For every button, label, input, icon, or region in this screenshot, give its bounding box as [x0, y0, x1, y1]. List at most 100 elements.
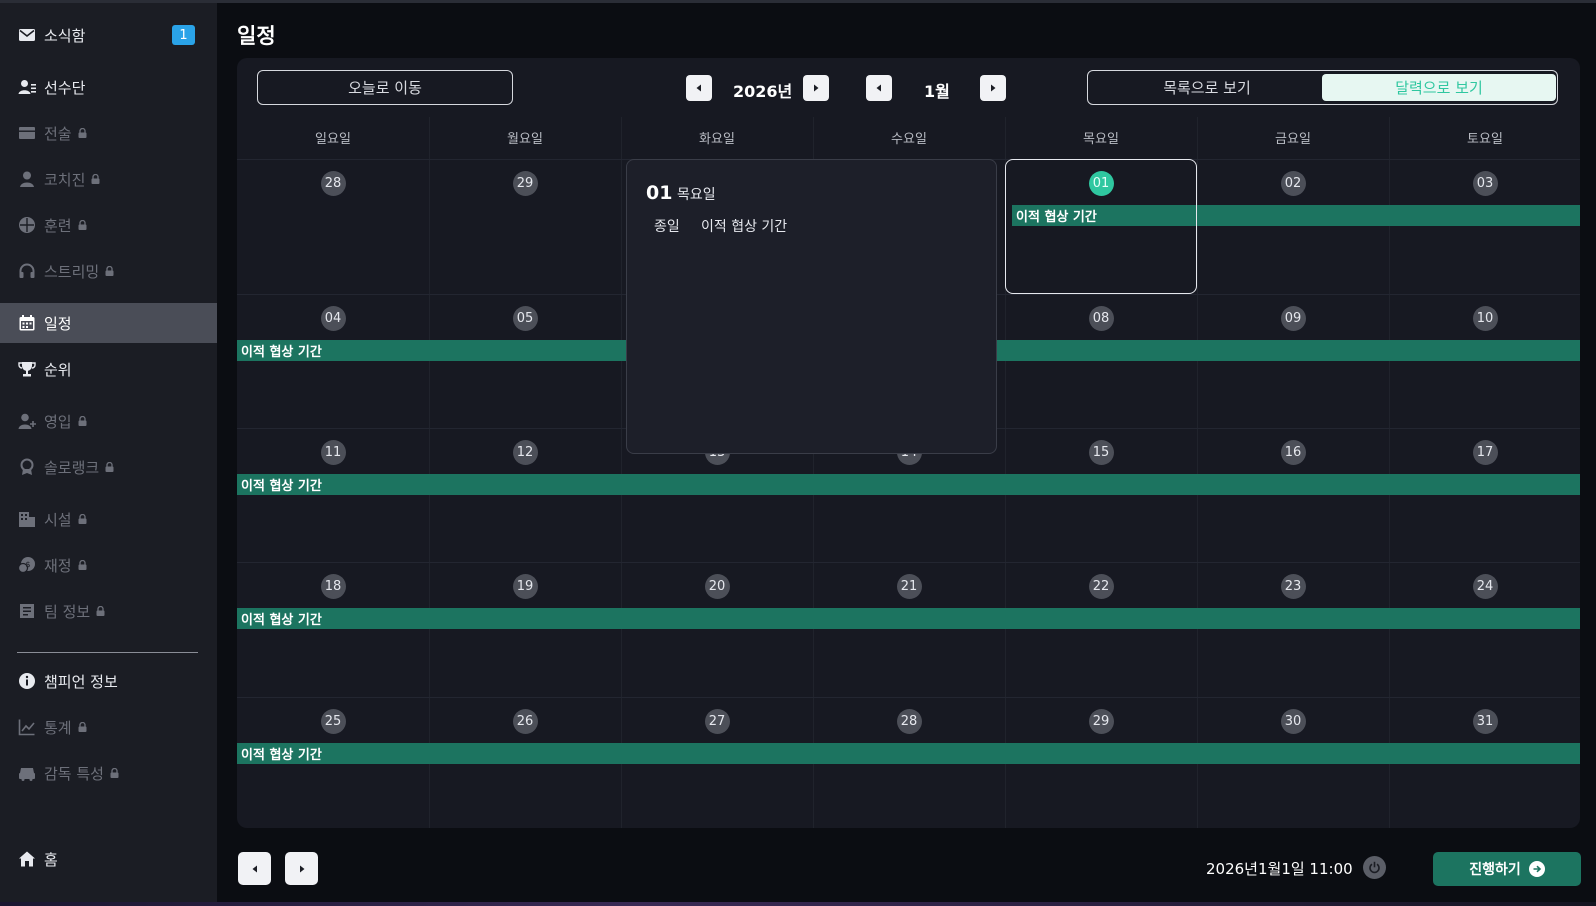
list-view-button[interactable]: 목록으로 보기: [1090, 74, 1324, 101]
calendar-icon: [18, 314, 36, 332]
day-number[interactable]: 12: [512, 440, 538, 465]
day-number[interactable]: 09: [1280, 306, 1306, 331]
year-label: 2026년: [733, 82, 793, 101]
sidebar-item-label: 영입: [44, 412, 72, 431]
event-bar[interactable]: 이적 협상 기간: [237, 474, 1580, 495]
sidebar-item-rankings[interactable]: 순위: [0, 349, 217, 389]
day-number[interactable]: 23: [1280, 574, 1306, 599]
day-number[interactable]: 17: [1472, 440, 1498, 465]
sidebar-item-team-info[interactable]: 팀 정보: [0, 591, 217, 631]
page-title: 일정: [237, 24, 276, 48]
day-number[interactable]: 27: [704, 709, 730, 734]
lock-icon: [78, 560, 87, 570]
sidebar-item-recruit[interactable]: 영입: [0, 401, 217, 441]
rank-icon: [18, 458, 36, 476]
popup-event-name[interactable]: 이적 협상 기간: [701, 216, 787, 236]
day-number[interactable]: 03: [1472, 171, 1498, 196]
day-detail-popup: 01 목요일 종일 이적 협상 기간: [626, 159, 997, 454]
sidebar-item-roster[interactable]: 선수단: [0, 67, 217, 107]
day-number[interactable]: 10: [1472, 306, 1498, 331]
day-number[interactable]: 21: [896, 574, 922, 599]
day-number[interactable]: 25: [320, 709, 346, 734]
sidebar-item-label: 훈련: [44, 216, 72, 235]
game-datetime: 2026년1월1일 11:00: [1206, 860, 1353, 878]
day-number[interactable]: 30: [1280, 709, 1306, 734]
sidebar-item-label: 통계: [44, 718, 72, 737]
sidebar-item-stats[interactable]: 통계: [0, 707, 217, 747]
sidebar-item-tactics[interactable]: 전술: [0, 113, 217, 153]
day-number[interactable]: 11: [320, 440, 346, 465]
sidebar-item-solorank[interactable]: 솔로랭크: [0, 447, 217, 487]
roster-icon: [18, 78, 36, 96]
lock-icon: [91, 174, 100, 184]
day-number[interactable]: 19: [512, 574, 538, 599]
sidebar-item-champion-info[interactable]: 챔피언 정보: [0, 661, 217, 701]
training-icon: [18, 216, 36, 234]
sidebar-item-label: 솔로랭크: [44, 458, 100, 477]
sidebar-item-coaches[interactable]: 코치진: [0, 159, 217, 199]
sidebar-item-streaming[interactable]: 스트리밍: [0, 251, 217, 291]
sidebar-item-inbox[interactable]: 소식함 1: [0, 15, 217, 55]
day-number[interactable]: 08: [1088, 306, 1114, 331]
sidebar-item-label: 시설: [44, 510, 72, 529]
day-number[interactable]: 04: [320, 306, 346, 331]
view-toggle: 목록으로 보기 달력으로 보기: [1087, 70, 1558, 105]
day-number[interactable]: 29: [1088, 709, 1114, 734]
day-number[interactable]: 31: [1472, 709, 1498, 734]
day-number[interactable]: 24: [1472, 574, 1498, 599]
day-number[interactable]: 15: [1088, 440, 1114, 465]
day-number[interactable]: 02: [1280, 171, 1306, 196]
sidebar-item-home[interactable]: 홈: [0, 839, 217, 879]
sidebar-divider: [17, 652, 198, 653]
sidebar-item-training[interactable]: 훈련: [0, 205, 217, 245]
day-number[interactable]: 26: [512, 709, 538, 734]
weekday-header: 화요일: [699, 132, 735, 147]
sidebar-item-manager-traits[interactable]: 감독 특성: [0, 753, 217, 793]
money-icon: $: [18, 556, 36, 574]
sidebar-item-label: 재정: [44, 556, 72, 575]
calendar-view-button[interactable]: 달력으로 보기: [1322, 74, 1556, 101]
lock-icon: [110, 768, 119, 778]
building-icon: [18, 510, 36, 528]
team-icon: [18, 602, 36, 620]
next-year-button[interactable]: [803, 75, 829, 101]
sidebar-item-finance[interactable]: $ 재정: [0, 545, 217, 585]
next-page-button[interactable]: [285, 852, 318, 885]
lock-icon: [105, 266, 114, 276]
day-number[interactable]: 28: [320, 171, 346, 196]
day-number[interactable]: 28: [896, 709, 922, 734]
next-month-button[interactable]: [980, 75, 1006, 101]
window-bottom-edge: [0, 902, 1596, 906]
prev-page-button[interactable]: [238, 852, 271, 885]
grid-column-divider: [621, 117, 622, 828]
unread-badge: 1: [172, 25, 195, 45]
lock-icon: [78, 128, 87, 138]
recruit-icon: [18, 412, 36, 430]
day-number[interactable]: 18: [320, 574, 346, 599]
sidebar-item-label: 전술: [44, 124, 72, 143]
event-bar[interactable]: 이적 협상 기간: [237, 608, 1580, 629]
day-number[interactable]: 05: [512, 306, 538, 331]
sidebar-item-label: 스트리밍: [44, 262, 100, 281]
power-button[interactable]: [1363, 856, 1386, 879]
proceed-button[interactable]: 진행하기: [1433, 852, 1581, 886]
tactics-icon: [18, 124, 36, 142]
lock-icon: [105, 462, 114, 472]
sidebar-item-facilities[interactable]: 시설: [0, 499, 217, 539]
day-number[interactable]: 29: [512, 171, 538, 196]
event-bar[interactable]: 이적 협상 기간: [237, 743, 1580, 764]
today-cell-highlight[interactable]: [1005, 159, 1197, 294]
go-to-today-button[interactable]: 오늘로 이동: [257, 70, 513, 105]
prev-month-button[interactable]: [866, 75, 892, 101]
popup-allday-label: 종일: [654, 219, 680, 235]
sidebar-item-schedule[interactable]: 일정: [0, 303, 217, 343]
day-number[interactable]: 20: [704, 574, 730, 599]
lock-icon: [78, 220, 87, 230]
grid-row-divider: [237, 697, 1580, 698]
prev-year-button[interactable]: [686, 75, 712, 101]
window-top-edge: [0, 0, 1596, 3]
day-number[interactable]: 16: [1280, 440, 1306, 465]
weekday-header: 월요일: [507, 132, 543, 147]
day-number[interactable]: 22: [1088, 574, 1114, 599]
headset-icon: [18, 262, 36, 280]
